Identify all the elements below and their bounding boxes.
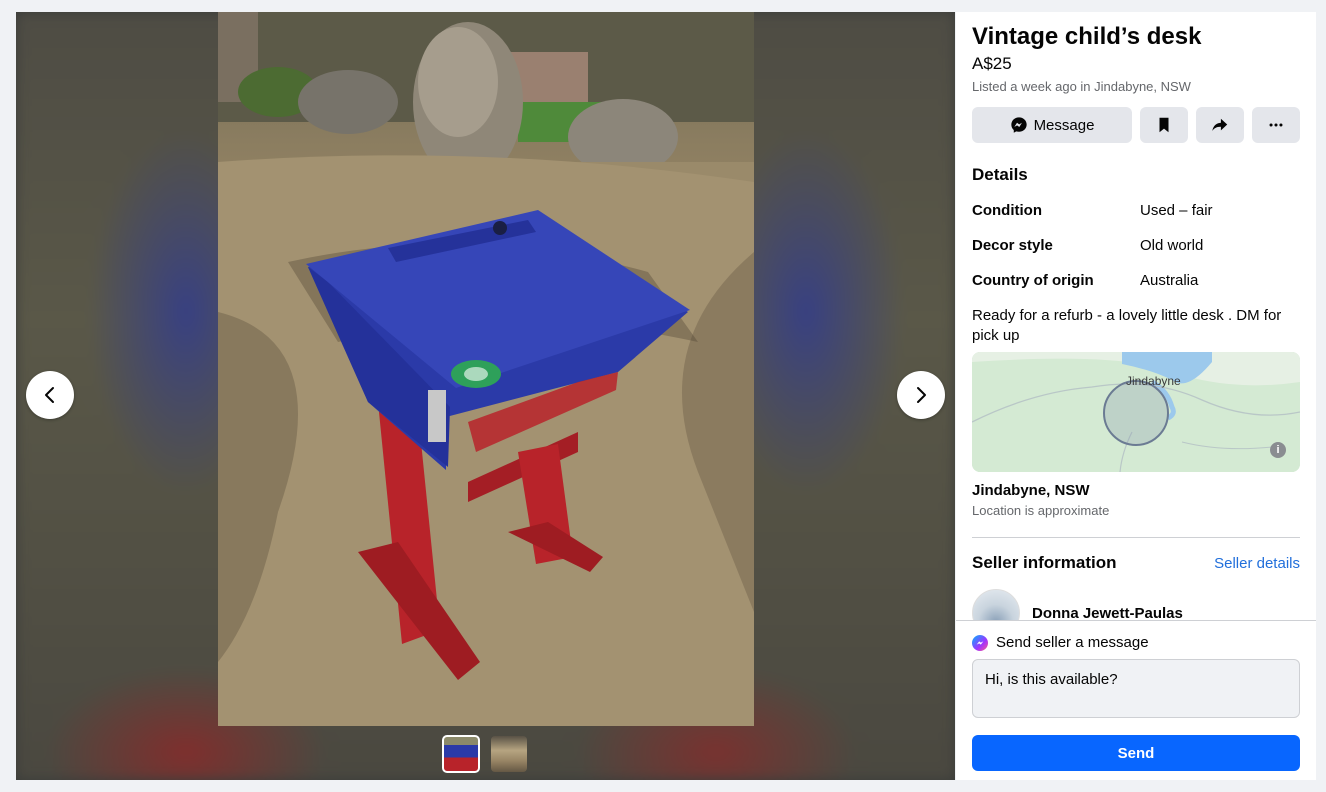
seller-heading: Seller information bbox=[972, 553, 1117, 572]
message-input[interactable]: Hi, is this available? bbox=[972, 659, 1300, 718]
more-options-button[interactable] bbox=[1252, 107, 1300, 143]
detail-value: Old world bbox=[1140, 237, 1204, 254]
messenger-icon bbox=[1010, 117, 1027, 133]
listing-description: Ready for a refurb - a lovely little des… bbox=[972, 307, 1282, 344]
photo-thumbnails bbox=[442, 735, 527, 773]
panel-scroll-area: Vintage child’s desk A$25 Listed a week … bbox=[956, 23, 1316, 637]
detail-row-country-of-origin: Country of origin Australia bbox=[972, 271, 1300, 291]
seller-name[interactable]: Donna Jewett-Paulas bbox=[1032, 605, 1183, 622]
listing-title: Vintage child’s desk bbox=[972, 23, 1202, 50]
share-button[interactable] bbox=[1196, 107, 1244, 143]
listing-price: A$25 bbox=[972, 54, 1012, 73]
bookmark-icon bbox=[1159, 117, 1169, 133]
location-note: Location is approximate bbox=[972, 503, 1110, 518]
save-button[interactable] bbox=[1140, 107, 1188, 143]
detail-key: Condition bbox=[972, 202, 1042, 219]
seller-details-link[interactable]: Seller details bbox=[1214, 555, 1300, 572]
chevron-left-icon bbox=[45, 387, 54, 403]
message-composer: Send seller a message Hi, is this availa… bbox=[956, 620, 1316, 780]
media-viewer bbox=[16, 12, 955, 780]
detail-row-decor-style: Decor style Old world bbox=[972, 236, 1300, 256]
listing-photo bbox=[218, 12, 754, 726]
thumbnail-1[interactable] bbox=[442, 735, 480, 773]
share-icon bbox=[1212, 118, 1228, 131]
listing-meta: Listed a week ago in Jindabyne, NSW bbox=[972, 79, 1191, 94]
details-heading: Details bbox=[972, 165, 1028, 184]
message-composer-header: Send seller a message bbox=[972, 634, 1300, 651]
map-graphic bbox=[972, 352, 1300, 472]
seller-header: Seller information Seller details bbox=[972, 553, 1300, 573]
next-photo-button[interactable] bbox=[897, 371, 945, 419]
action-bar: Message bbox=[972, 107, 1300, 143]
location-map[interactable]: Jindabyne i bbox=[972, 352, 1300, 472]
detail-value: Australia bbox=[1140, 272, 1199, 289]
more-icon bbox=[1269, 123, 1283, 127]
info-icon[interactable]: i bbox=[1270, 442, 1286, 458]
listing-details-panel: Vintage child’s desk A$25 Listed a week … bbox=[956, 12, 1316, 780]
detail-key: Decor style bbox=[972, 237, 1053, 254]
detail-row-condition: Condition Used – fair bbox=[972, 201, 1300, 221]
previous-photo-button[interactable] bbox=[26, 371, 74, 419]
message-button[interactable]: Message bbox=[972, 107, 1132, 143]
messenger-logo-icon bbox=[972, 634, 988, 651]
section-divider bbox=[972, 537, 1300, 538]
detail-key: Country of origin bbox=[972, 272, 1094, 289]
thumbnail-2[interactable] bbox=[491, 736, 527, 772]
map-place-label: Jindabyne bbox=[1126, 374, 1181, 388]
chevron-right-icon bbox=[917, 387, 926, 403]
location-name: Jindabyne, NSW bbox=[972, 482, 1090, 499]
message-button-label: Message bbox=[1033, 116, 1095, 134]
detail-value: Used – fair bbox=[1140, 202, 1213, 219]
send-button[interactable]: Send bbox=[972, 735, 1300, 771]
message-composer-heading: Send seller a message bbox=[996, 634, 1149, 651]
